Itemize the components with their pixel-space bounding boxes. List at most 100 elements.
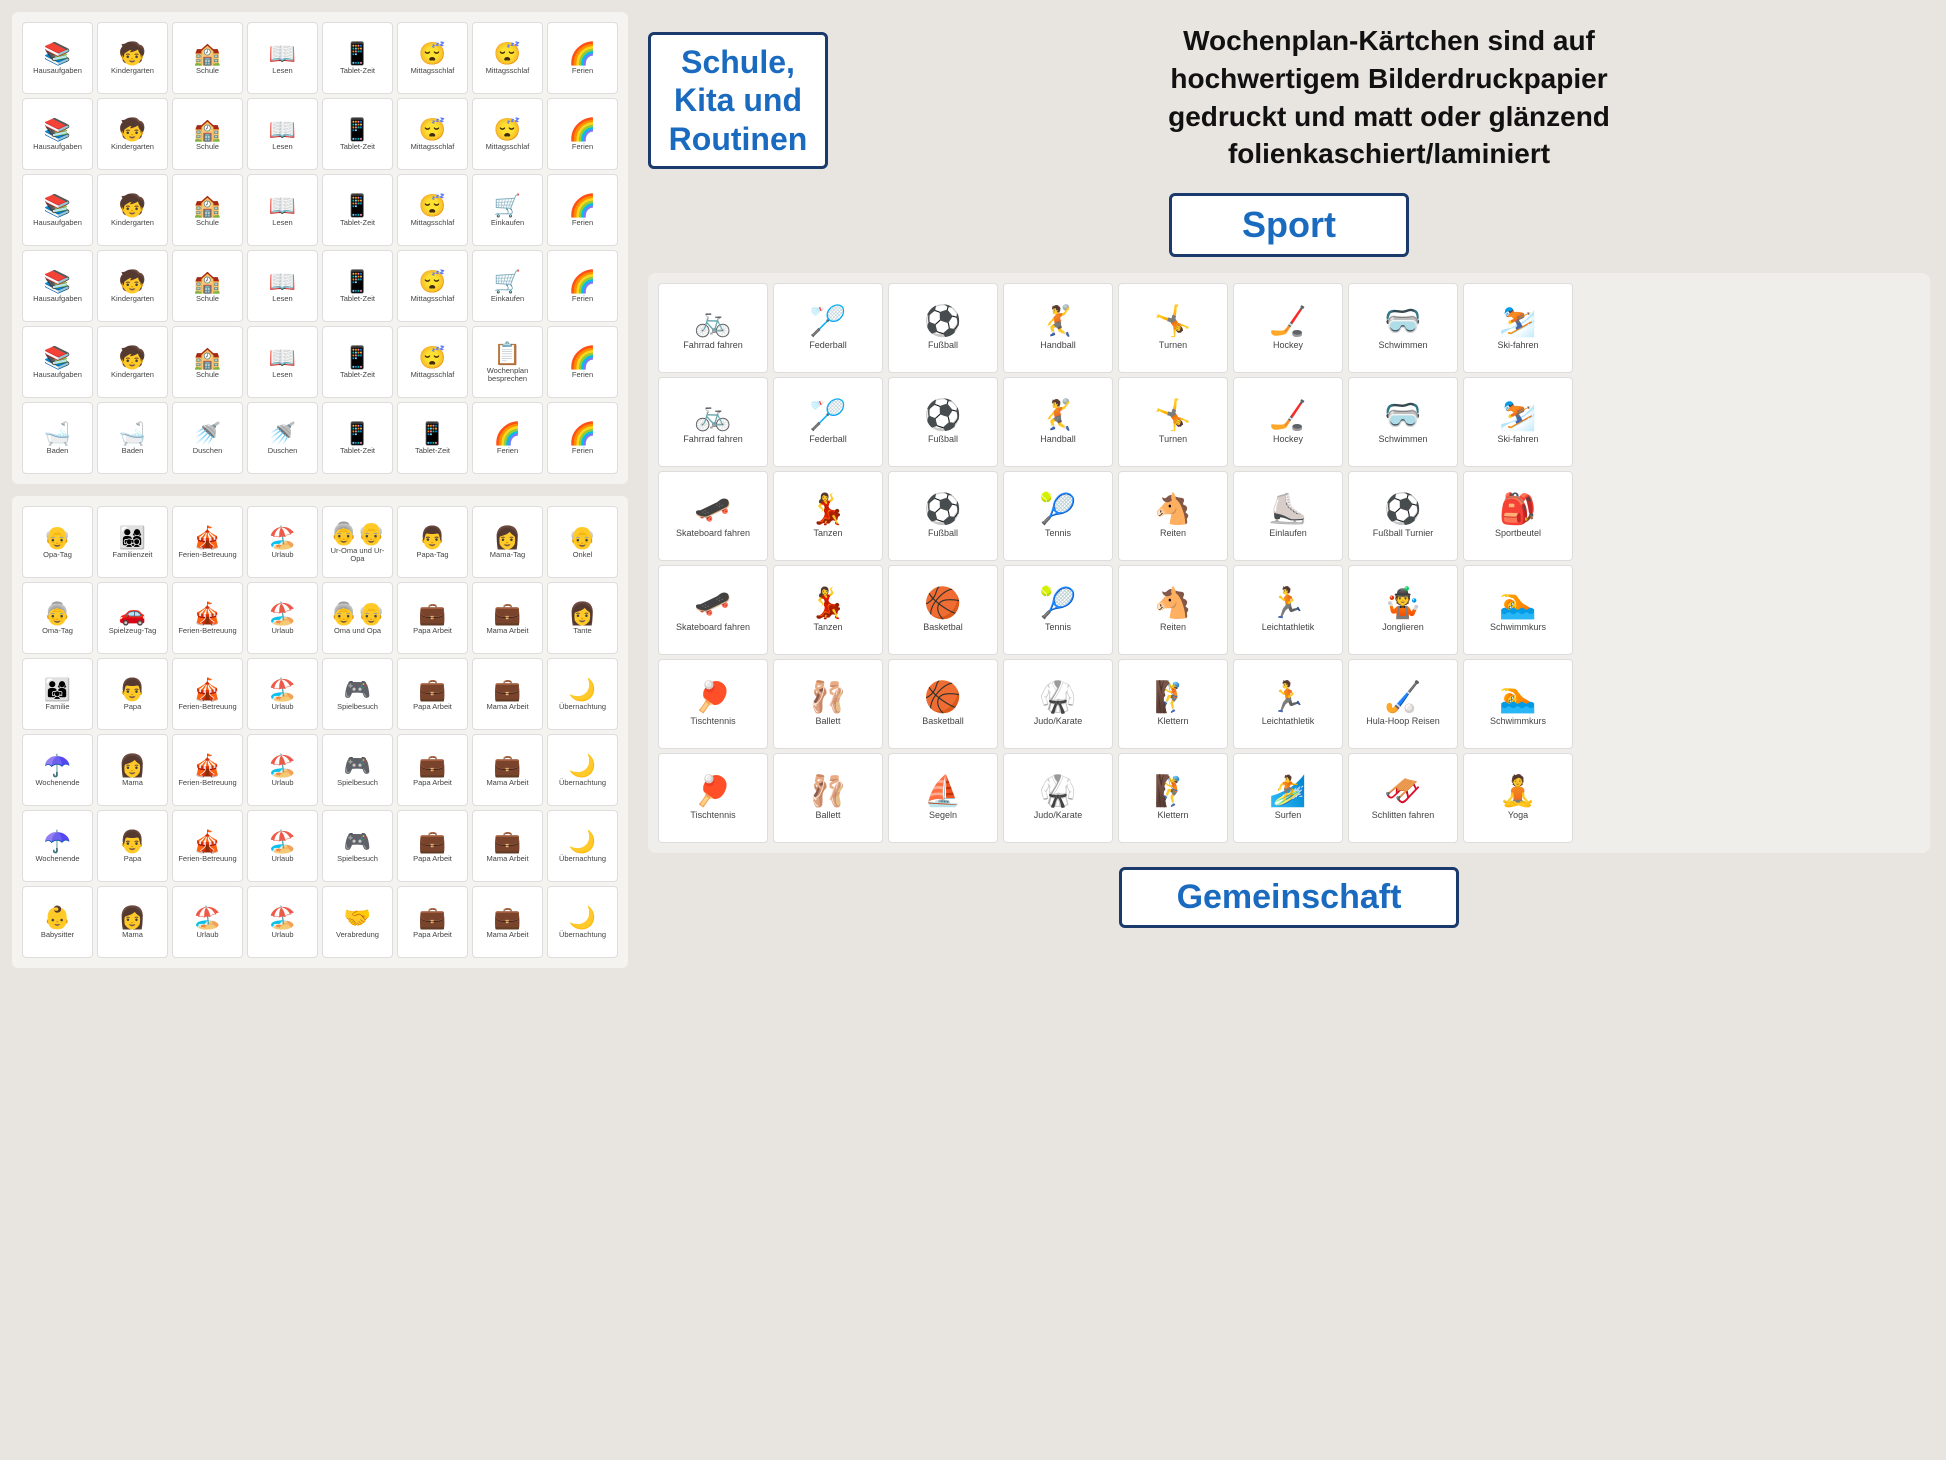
card-label: Schule — [196, 67, 219, 75]
bottom-left-card-2-3: 🏖️Urlaub — [247, 658, 318, 730]
sport-card-label: Klettern — [1157, 811, 1188, 821]
sport-card-label: Fahrrad fahren — [683, 435, 743, 445]
sport-card-label: Schwimmen — [1378, 435, 1427, 445]
top-card-1-2: 🏫Schule — [172, 98, 243, 170]
sport-card-icon: 🏊 — [1499, 683, 1536, 713]
top-card-3-0: 📚Hausaufgaben — [22, 250, 93, 322]
top-card-3-4: 📱Tablet-Zeit — [322, 250, 393, 322]
top-card-2-4: 📱Tablet-Zeit — [322, 174, 393, 246]
top-card-4-6: 📋Wochenplan besprechen — [472, 326, 543, 398]
bottom-left-card-5-4: 🤝Verabredung — [322, 886, 393, 958]
top-card-5-1: 🛁Baden — [97, 402, 168, 474]
bottom-left-card-3-7: 🌙Übernachtung — [547, 734, 618, 806]
sport-card-icon: 🚲 — [694, 401, 731, 431]
sport-card-label: Yoga — [1508, 811, 1528, 821]
card-icon: 👨‍👩‍👧‍👦 — [119, 527, 146, 549]
left-panel: 📚Hausaufgaben🧒Kindergarten🏫Schule📖Lesen📱… — [0, 0, 640, 1460]
sport-card-icon: 🤸 — [1154, 307, 1191, 337]
top-card-2-0: 📚Hausaufgaben — [22, 174, 93, 246]
top-card-3-7: 🌈Ferien — [547, 250, 618, 322]
bottom-left-card-1-0: 👵Oma-Tag — [22, 582, 93, 654]
sport-card-2-7: 🎒Sportbeutel — [1463, 471, 1573, 561]
sport-card-icon: 🏃 — [1269, 683, 1306, 713]
card-label: Ferien — [572, 371, 593, 379]
gemeinschaft-footer: Gemeinschaft — [648, 867, 1930, 928]
card-icon: 💼 — [494, 755, 521, 777]
sport-card-1-5: 🏒Hockey — [1233, 377, 1343, 467]
sport-card-icon: 🏒 — [1269, 307, 1306, 337]
card-label: Tablet-Zeit — [340, 143, 375, 151]
sport-card-icon: 🥋 — [1039, 683, 1076, 713]
card-label: Mama — [122, 931, 143, 939]
bottom-left-card-4-7: 🌙Übernachtung — [547, 810, 618, 882]
top-card-3-6: 🛒Einkaufen — [472, 250, 543, 322]
card-icon: 👩 — [569, 603, 596, 625]
card-label: Papa — [124, 703, 142, 711]
bottom-left-card-0-6: 👩Mama-Tag — [472, 506, 543, 578]
card-label: Ferien — [572, 143, 593, 151]
card-icon: 🎮 — [344, 679, 371, 701]
top-card-2-2: 🏫Schule — [172, 174, 243, 246]
card-label: Wochenplan besprechen — [475, 367, 540, 384]
card-icon: 👩 — [119, 755, 146, 777]
card-icon: 🤝 — [344, 907, 371, 929]
card-icon: 🏖️ — [269, 831, 296, 853]
sport-card-5-3: 🥋Judo/Karate — [1003, 753, 1113, 843]
sport-card-2-0: 🛹Skateboard fahren — [658, 471, 768, 561]
card-label: Ur-Oma und Ur-Opa — [325, 547, 390, 564]
top-card-0-7: 🌈Ferien — [547, 22, 618, 94]
top-card-3-2: 🏫Schule — [172, 250, 243, 322]
card-icon: 😴 — [419, 271, 446, 293]
sport-card-label: Federball — [809, 435, 847, 445]
sport-card-icon: ⚽ — [1384, 495, 1421, 525]
card-label: Ferien-Betreuung — [178, 703, 236, 711]
sport-card-label: Hockey — [1273, 435, 1303, 445]
card-icon: 🏫 — [194, 43, 221, 65]
bottom-left-card-2-4: 🎮Spielbesuch — [322, 658, 393, 730]
bottom-left-card-1-1: 🚗Spielzeug-Tag — [97, 582, 168, 654]
card-label: Tablet-Zeit — [340, 219, 375, 227]
card-label: Wochenende — [35, 779, 79, 787]
sport-card-icon: 🏀 — [924, 589, 961, 619]
sport-card-icon: 🏊 — [1499, 589, 1536, 619]
card-icon: 😴 — [494, 119, 521, 141]
card-label: Mama — [122, 779, 143, 787]
card-icon: 🛒 — [494, 271, 521, 293]
sport-card-5-4: 🧗Klettern — [1118, 753, 1228, 843]
sport-card-label: Judo/Karate — [1034, 811, 1083, 821]
sport-card-icon: 🛹 — [694, 589, 731, 619]
top-card-5-4: 📱Tablet-Zeit — [322, 402, 393, 474]
card-label: Mama Arbeit — [486, 855, 528, 863]
card-label: Ferien — [572, 447, 593, 455]
top-card-2-6: 🛒Einkaufen — [472, 174, 543, 246]
card-icon: 🏫 — [194, 347, 221, 369]
card-icon: 🌈 — [569, 43, 596, 65]
top-card-2-7: 🌈Ferien — [547, 174, 618, 246]
card-icon: 🧒 — [119, 195, 146, 217]
sport-row-4: 🏓Tischtennis🩰Ballett🏀Basketball🥋Judo/Kar… — [658, 659, 1920, 749]
sport-card-icon: ⚽ — [924, 307, 961, 337]
sport-card-icon: 🚲 — [694, 307, 731, 337]
top-card-2-1: 🧒 Kindergarten — [97, 174, 168, 246]
card-label: Urlaub — [271, 779, 293, 787]
card-label: Opa-Tag — [43, 551, 72, 559]
top-card-5-2: 🚿Duschen — [172, 402, 243, 474]
card-icon: 🎪 — [194, 603, 221, 625]
card-icon: 💼 — [419, 831, 446, 853]
card-icon: 🏖️ — [194, 907, 221, 929]
card-icon: 👨 — [119, 831, 146, 853]
card-icon: 👩 — [494, 527, 521, 549]
card-icon: 🏖️ — [269, 603, 296, 625]
sport-card-label: Federball — [809, 341, 847, 351]
card-label: Kindergarten — [111, 219, 154, 227]
top-card-4-4: 📱Tablet-Zeit — [322, 326, 393, 398]
card-icon: 💼 — [419, 679, 446, 701]
card-label: Ferien-Betreuung — [178, 627, 236, 635]
sport-card-1-2: ⚽Fußball — [888, 377, 998, 467]
card-label: Duschen — [193, 447, 223, 455]
card-label: Schule — [196, 295, 219, 303]
sport-card-icon: 🏃 — [1269, 589, 1306, 619]
card-label: Schule — [196, 219, 219, 227]
top-card-0-2: 🏫 Schule — [172, 22, 243, 94]
sport-row-3: 🛹Skateboard fahren💃Tanzen🏀Basketbal🎾Tenn… — [658, 565, 1920, 655]
